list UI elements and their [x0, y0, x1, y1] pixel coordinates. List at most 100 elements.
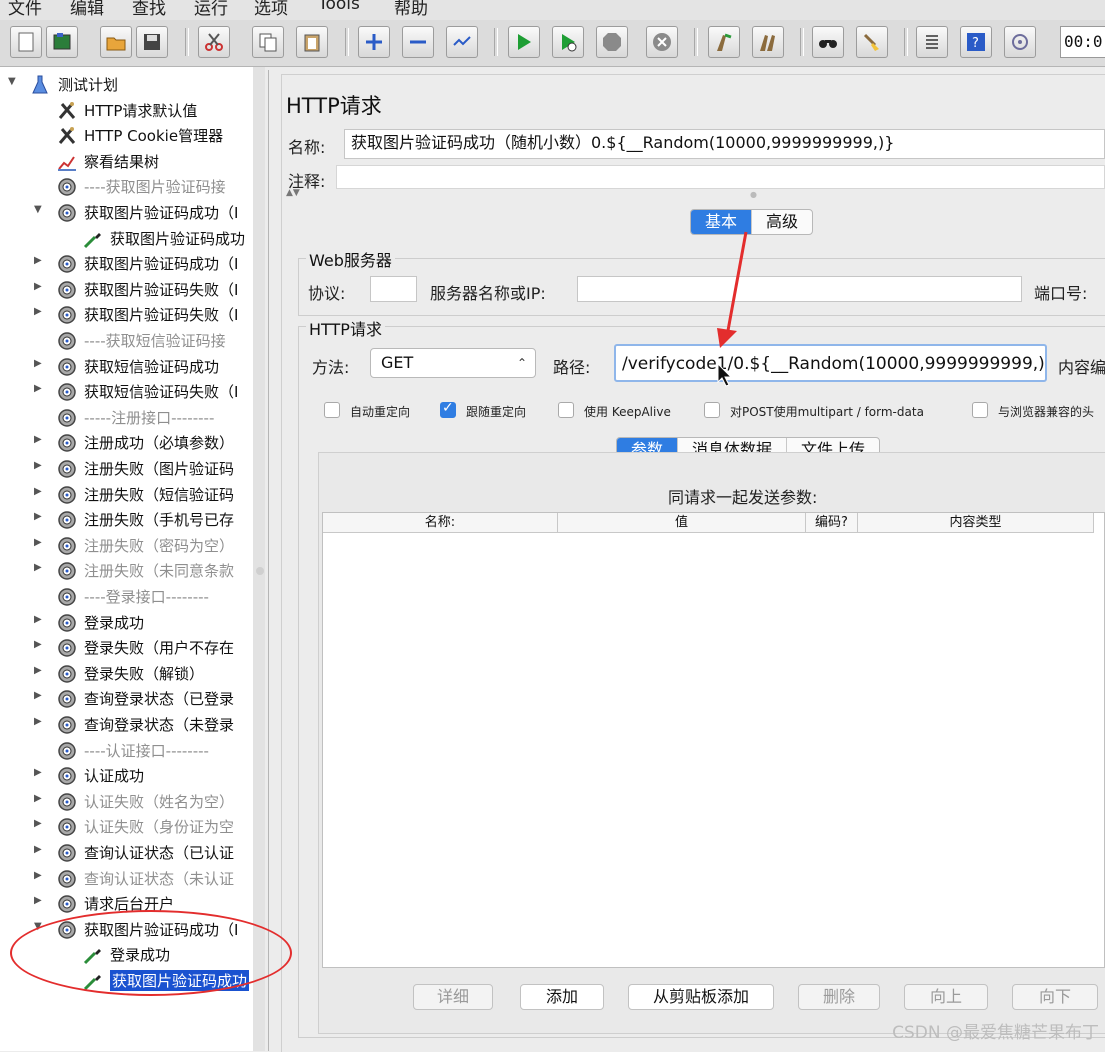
collapsed-arrow-icon[interactable]: ▶	[34, 665, 42, 676]
tree-node[interactable]: ----获取图片验证码接	[0, 174, 253, 199]
collapsed-arrow-icon[interactable]: ▶	[34, 434, 42, 445]
tree-node[interactable]: ▶ 注册失败（密码为空）	[0, 533, 253, 558]
tree-node[interactable]: ▶ 获取图片验证码失败（I	[0, 302, 253, 327]
move-down-button[interactable]: 向下	[1012, 984, 1098, 1010]
expanded-arrow-icon[interactable]: ▼	[34, 204, 42, 215]
panel-splitter[interactable]	[253, 67, 265, 1051]
tree-node[interactable]: 获取图片验证码成功	[0, 226, 253, 251]
tree-node[interactable]: ▶ 查询认证状态（已认证	[0, 840, 253, 865]
add-button[interactable]: 添加	[520, 984, 604, 1010]
stop-icon[interactable]	[596, 26, 628, 58]
tab-basic[interactable]: 基本	[691, 210, 752, 234]
column-value[interactable]: 值	[558, 513, 806, 533]
tree-node[interactable]: ▶ 获取短信验证码成功	[0, 354, 253, 379]
follow-redirect-checkbox[interactable]	[440, 400, 456, 418]
collapsed-arrow-icon[interactable]: ▶	[34, 767, 42, 778]
expand-icon[interactable]	[358, 26, 390, 58]
tree-node[interactable]: ▶ 认证失败（姓名为空）	[0, 789, 253, 814]
tree-node[interactable]: ▶ 查询登录状态（未登录	[0, 712, 253, 737]
tree-node[interactable]: 察看结果树	[0, 149, 253, 174]
tree-node[interactable]: HTTP请求默认值	[0, 98, 253, 123]
shutdown-icon[interactable]	[646, 26, 678, 58]
menu-tools[interactable]: Tools	[318, 0, 360, 14]
collapsed-arrow-icon[interactable]: ▶	[34, 486, 42, 497]
collapsed-arrow-icon[interactable]: ▶	[34, 614, 42, 625]
tree-node[interactable]: ▶ 查询登录状态（已登录	[0, 686, 253, 711]
remote-icon[interactable]	[1004, 26, 1036, 58]
auto-redirect-checkbox[interactable]	[324, 402, 340, 418]
browser-headers-checkbox[interactable]	[972, 402, 988, 418]
tree-node[interactable]: ▶ 认证失败（身份证为空	[0, 814, 253, 839]
tree-node[interactable]: ----获取短信验证码接	[0, 328, 253, 353]
tree-node[interactable]: ▶ 获取图片验证码失败（I	[0, 277, 253, 302]
save-icon[interactable]	[136, 26, 168, 58]
reset-search-icon[interactable]	[856, 26, 888, 58]
collapsed-arrow-icon[interactable]: ▶	[34, 690, 42, 701]
collapsed-arrow-icon[interactable]: ▶	[34, 870, 42, 881]
tree-node[interactable]: ▼ 测试计划	[0, 72, 253, 97]
collapsed-arrow-icon[interactable]: ▶	[34, 639, 42, 650]
column-content-type[interactable]: 内容类型	[858, 513, 1094, 533]
tree-node[interactable]: ----登录接口--------	[0, 584, 253, 609]
tree-node[interactable]: -----注册接口--------	[0, 405, 253, 430]
tree-node[interactable]: ▶ 注册失败（未同意条款	[0, 558, 253, 583]
open-icon[interactable]	[100, 26, 132, 58]
menu-edit[interactable]: 编辑	[70, 0, 104, 19]
collapsed-arrow-icon[interactable]: ▶	[34, 255, 42, 266]
collapsed-arrow-icon[interactable]: ▶	[34, 511, 42, 522]
new-icon[interactable]	[10, 26, 42, 58]
templates-icon[interactable]	[46, 26, 78, 58]
collapsed-arrow-icon[interactable]: ▶	[34, 383, 42, 394]
tree-node[interactable]: ▶ 注册失败（图片验证码	[0, 456, 253, 481]
menu-options[interactable]: 选项	[254, 0, 288, 19]
comment-field[interactable]	[336, 165, 1105, 189]
search-icon[interactable]	[812, 26, 844, 58]
tree-node[interactable]: ▶ 注册失败（短信验证码	[0, 482, 253, 507]
move-up-button[interactable]: 向上	[904, 984, 988, 1010]
tree-node[interactable]: ▶ 认证成功	[0, 763, 253, 788]
column-name[interactable]: 名称:	[323, 513, 558, 533]
collapsed-arrow-icon[interactable]: ▶	[34, 281, 42, 292]
multipart-checkbox[interactable]	[704, 402, 720, 418]
collapse-icon[interactable]	[402, 26, 434, 58]
menu-search[interactable]: 查找	[132, 0, 166, 19]
menu-run[interactable]: 运行	[194, 0, 228, 19]
test-plan-tree[interactable]: ▼ 测试计划 HTTP请求默认值 HTTP Cookie管理器 察看结果树 ----获取图…	[0, 67, 254, 1051]
tree-node[interactable]: ▶ 登录成功	[0, 610, 253, 635]
function-helper-icon[interactable]	[916, 26, 948, 58]
tree-node[interactable]: HTTP Cookie管理器	[0, 123, 253, 148]
column-encode[interactable]: 编码?	[806, 513, 858, 533]
tree-node[interactable]: ----认证接口--------	[0, 738, 253, 763]
collapsed-arrow-icon[interactable]: ▶	[34, 793, 42, 804]
tree-node[interactable]: ▶ 获取短信验证码失败（I	[0, 379, 253, 404]
collapsed-arrow-icon[interactable]: ▶	[34, 562, 42, 573]
tree-node[interactable]: ▶ 注册失败（手机号已存	[0, 507, 253, 532]
name-field[interactable]: 获取图片验证码成功（随机小数）0.${__Random(10000,999999…	[344, 129, 1105, 159]
add-from-clipboard-button[interactable]: 从剪贴板添加	[628, 984, 774, 1010]
collapsed-arrow-icon[interactable]: ▶	[34, 716, 42, 727]
clear-icon[interactable]	[708, 26, 740, 58]
tab-advanced[interactable]: 高级	[751, 210, 812, 234]
help-icon[interactable]: ?	[960, 26, 992, 58]
toggle-icon[interactable]	[446, 26, 478, 58]
menu-file[interactable]: 文件	[8, 0, 42, 19]
start-no-pause-icon[interactable]	[552, 26, 584, 58]
tree-node[interactable]: ▶ 登录失败（用户不存在	[0, 635, 253, 660]
tree-node[interactable]: ▶ 查询认证状态（未认证	[0, 866, 253, 891]
collapse-arrows-icon[interactable]: ▲▼	[286, 188, 300, 198]
cut-icon[interactable]	[198, 26, 230, 58]
clear-all-icon[interactable]	[752, 26, 784, 58]
tree-node[interactable]: ▶ 登录失败（解锁）	[0, 661, 253, 686]
method-select[interactable]: GET ⌃	[370, 348, 536, 378]
delete-button[interactable]: 删除	[798, 984, 880, 1010]
collapsed-arrow-icon[interactable]: ▶	[34, 818, 42, 829]
tree-node[interactable]: ▶ 注册成功（必填参数）	[0, 430, 253, 455]
collapsed-arrow-icon[interactable]: ▶	[34, 460, 42, 471]
collapsed-arrow-icon[interactable]: ▶	[34, 537, 42, 548]
collapsed-arrow-icon[interactable]: ▶	[34, 358, 42, 369]
copy-icon[interactable]	[252, 26, 284, 58]
protocol-field[interactable]	[370, 276, 417, 302]
menu-help[interactable]: 帮助	[394, 0, 428, 19]
parameters-table[interactable]: 名称: 值 编码? 内容类型	[322, 512, 1105, 968]
start-icon[interactable]	[508, 26, 540, 58]
